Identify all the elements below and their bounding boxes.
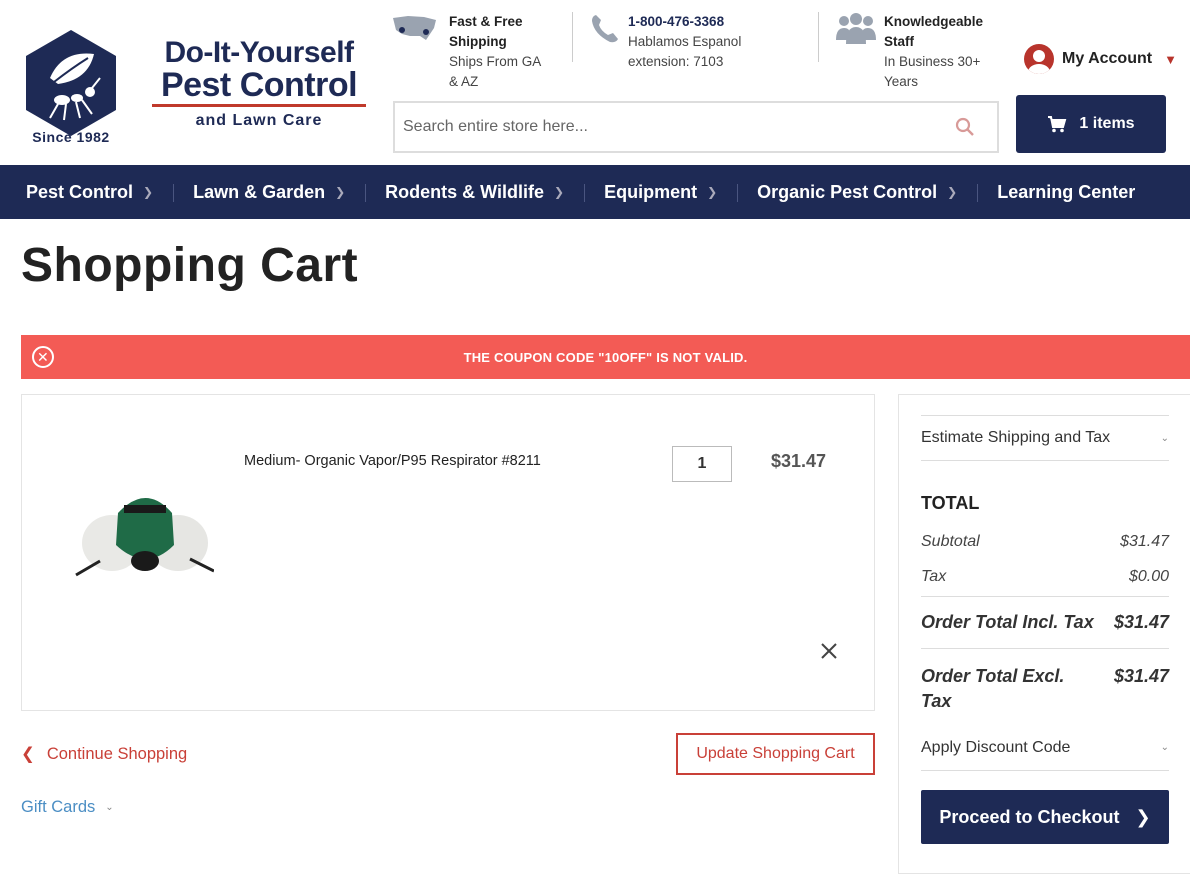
order-total-incl-value: $31.47 [1113, 612, 1169, 632]
continue-shopping-link[interactable]: ❮ Continue Shopping [21, 744, 187, 764]
staff-sub-2: Years [884, 74, 919, 89]
search-input[interactable] [395, 103, 935, 151]
chevron-down-icon: ⌄ [1160, 742, 1169, 753]
search-box [393, 101, 999, 153]
tax-row: Tax $0.00 [921, 568, 1169, 586]
shipping-title-1: Fast & Free [449, 14, 523, 29]
update-cart-button[interactable]: Update Shopping Cart [676, 733, 875, 775]
nav-item-learning-center[interactable]: Learning Center [977, 165, 1155, 219]
error-alert: ✕ THE COUPON CODE "10OFF" IS NOT VALID. [21, 335, 1190, 379]
phone-sub-2: extension: 7103 [628, 54, 724, 69]
staff-group-icon [836, 13, 876, 44]
order-summary: Estimate Shipping and Tax ⌄ TOTAL Subtot… [898, 394, 1190, 874]
tax-label: Tax [921, 568, 947, 585]
usa-map-icon [393, 16, 436, 40]
my-account-menu[interactable]: My Account ▼ [1024, 44, 1177, 74]
phone-number[interactable]: 1-800-476-3368 [628, 12, 741, 32]
nav-item-label: Rodents & Wildlife [385, 181, 545, 202]
nav-item-rodents-wildlife[interactable]: Rodents & Wildlife ❯ [365, 165, 584, 219]
order-total-incl-row: Order Total Incl. Tax $31.47 [921, 596, 1169, 633]
continue-shopping-label: Continue Shopping [46, 744, 188, 763]
apply-discount-label: Apply Discount Code [921, 738, 1071, 756]
subtotal-label: Subtotal [921, 533, 980, 550]
user-avatar-icon [1024, 44, 1054, 74]
shipping-sub-1: Ships From GA [449, 54, 542, 69]
search-icon[interactable] [955, 117, 975, 137]
staff-sub-1: In Business 30+ [884, 54, 981, 69]
mini-cart-button[interactable]: 1 items [1016, 95, 1166, 153]
logo-line-1: Do-It-Yourself [164, 36, 354, 69]
main-nav: Pest Control ❯ Lawn & Garden ❯ Rodents &… [0, 165, 1190, 219]
logo-since-text: Since 1982 [32, 129, 110, 145]
estimate-shipping-toggle[interactable]: Estimate Shipping and Tax ⌄ [921, 415, 1169, 461]
cart-item: Medium- Organic Vapor/P95 Respirator #82… [21, 394, 875, 711]
chevron-left-icon: ❮ [21, 745, 35, 763]
shipping-sub-2: & AZ [449, 74, 479, 89]
nav-item-lawn-garden[interactable]: Lawn & Garden ❯ [173, 165, 365, 219]
staff-title-2: Staff [884, 34, 914, 49]
checkout-label: Proceed to Checkout [939, 806, 1120, 827]
total-heading: TOTAL [921, 493, 980, 513]
chevron-down-icon: ⌄ [105, 802, 114, 813]
order-total-excl-row: Order Total Excl. Tax $31.47 [921, 648, 1169, 714]
phone-info: 1-800-476-3368 Hablamos Espanol extensio… [628, 12, 741, 72]
chevron-down-icon: ❯ [335, 185, 346, 199]
shipping-title-2: Shipping [449, 34, 507, 49]
product-name[interactable]: Medium- Organic Vapor/P95 Respirator #82… [244, 453, 541, 469]
chevron-down-icon: ⌄ [1160, 432, 1169, 444]
chevron-down-icon: ❯ [707, 185, 718, 199]
order-total-excl-label: Order Total Excl. Tax [921, 666, 1065, 711]
staff-title-1: Knowledgeable [884, 14, 984, 29]
chevron-down-icon: ❯ [554, 185, 565, 199]
alert-message: THE COUPON CODE "10OFF" IS NOT VALID. [463, 349, 748, 365]
item-price: $31.47 [771, 451, 827, 471]
site-header: Since 1982 Do-It-Yourself Pest Control a… [0, 0, 1190, 165]
logo-line-2: Pest Control [160, 66, 358, 104]
nav-item-label: Learning Center [997, 181, 1136, 202]
order-total-excl-value: $31.47 [1113, 666, 1169, 686]
staff-info: Knowledgeable Staff In Business 30+ Year… [884, 12, 983, 92]
phone-icon [592, 15, 618, 43]
apply-discount-toggle[interactable]: Apply Discount Code ⌄ [921, 725, 1169, 771]
close-circle-icon[interactable]: ✕ [32, 346, 54, 368]
cart-icon [1048, 116, 1067, 133]
chevron-right-icon: ❯ [1135, 806, 1151, 827]
gift-cards-toggle[interactable]: Gift Cards ⌄ [21, 798, 114, 817]
respirator-product-image[interactable] [74, 483, 214, 593]
page-title: Shopping Cart [21, 239, 359, 292]
chevron-down-icon: ❯ [143, 185, 154, 199]
logo-underline [152, 104, 366, 107]
header-divider [572, 12, 573, 62]
nav-item-pest-control[interactable]: Pest Control ❯ [0, 165, 173, 219]
gift-cards-label: Gift Cards [21, 798, 96, 816]
quantity-input[interactable] [672, 446, 732, 482]
chevron-down-icon: ❯ [947, 185, 958, 199]
shipping-info: Fast & Free Shipping Ships From GA & AZ [449, 12, 541, 92]
nav-item-equipment[interactable]: Equipment ❯ [584, 165, 737, 219]
order-total-incl-label: Order Total Incl. Tax [921, 612, 1094, 632]
estimate-shipping-label: Estimate Shipping and Tax [921, 429, 1111, 446]
my-account-label: My Account [1062, 50, 1153, 67]
nav-item-label: Organic Pest Control [757, 181, 938, 202]
site-logo[interactable]: Do-It-Yourself Pest Control and Lawn Car… [146, 38, 372, 150]
logo-line-3: and Lawn Care [195, 112, 323, 129]
cart-count-label: 1 items [1079, 115, 1135, 132]
tax-value: $0.00 [1128, 568, 1169, 585]
subtotal-row: Subtotal $31.47 [921, 533, 1169, 551]
remove-item-icon[interactable] [819, 641, 839, 661]
nav-item-label: Lawn & Garden [193, 181, 326, 202]
nav-item-label: Equipment [604, 181, 698, 202]
phone-sub-1: Hablamos Espanol [628, 34, 742, 49]
nav-item-organic-pest-control[interactable]: Organic Pest Control ❯ [737, 165, 977, 219]
header-divider [818, 12, 819, 62]
nav-item-label: Pest Control [26, 181, 134, 202]
subtotal-value: $31.47 [1120, 533, 1169, 550]
proceed-to-checkout-button[interactable]: Proceed to Checkout ❯ [921, 790, 1169, 844]
chevron-down-icon: ▼ [1164, 51, 1177, 67]
